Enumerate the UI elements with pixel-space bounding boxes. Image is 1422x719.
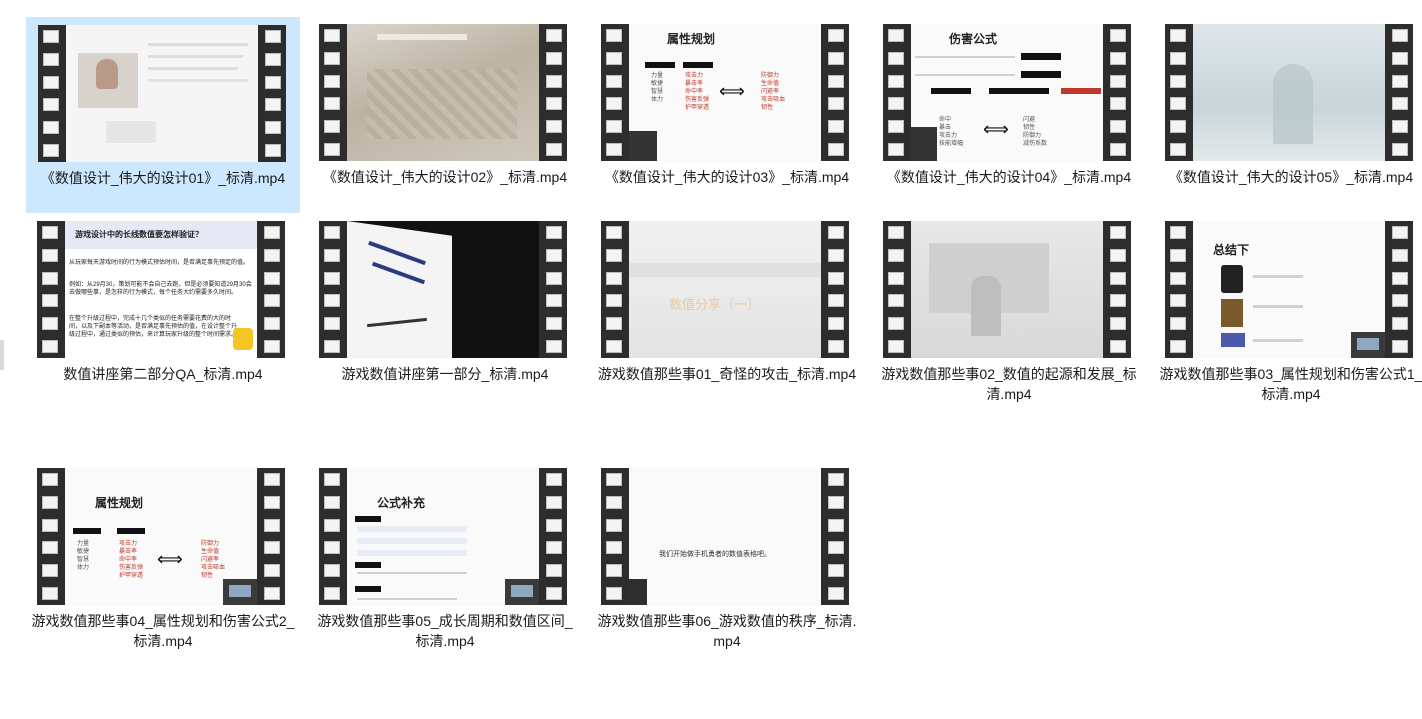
video-thumbnail: 数值分享（一） — [601, 221, 849, 358]
video-thumbnail — [38, 25, 286, 162]
video-thumbnail — [883, 221, 1131, 358]
video-thumbnail: 我们开始做手机勇者的数值表格吧。 — [601, 468, 849, 605]
file-item[interactable]: 属性规划 力量 敏捷 智慧 体力 攻击力 暴击率 命中率 伤害反弹 护甲穿透 ⟺ 防御力 生命值… — [590, 17, 864, 213]
file-name: 《数值设计_伟大的设计03》_标清.mp4 — [604, 169, 850, 185]
file-item[interactable]: 数值分享（一） 游戏数值那些事01_奇怪的攻击_标清.mp4 — [590, 214, 864, 410]
file-item[interactable]: 《数值设计_伟大的设计01》_标清.mp4 — [26, 17, 300, 213]
file-item[interactable]: 我们开始做手机勇者的数值表格吧。 游戏数值那些事06_游戏数值的秩序_标清.mp… — [590, 461, 864, 657]
slide-title: 公式补充 — [377, 496, 426, 510]
file-name: 游戏数值那些事03_属性规划和伤害公式1_标清.mp4 — [1159, 366, 1422, 402]
video-thumbnail — [319, 221, 567, 358]
file-name: 《数值设计_伟大的设计01》_标清.mp4 — [40, 170, 286, 186]
file-item[interactable]: 游戏数值讲座第一部分_标清.mp4 — [308, 214, 582, 410]
slide-title: 属性规划 — [667, 32, 716, 46]
slide-title: 游戏设计中的长线数值要怎样验证？ — [75, 230, 203, 239]
file-item[interactable]: 游戏设计中的长线数值要怎样验证？ 从玩家每天游戏时间的行为模式预估时间，是否满足… — [26, 214, 300, 410]
slide-title: 伤害公式 — [949, 32, 998, 46]
slide-title: 总结下 — [1213, 243, 1250, 257]
slide-text: 在整个升级过程中，完成十几个类似的任务需要花费的大的时间，以及下副本等活动，是否… — [69, 316, 238, 338]
file-item[interactable]: 游戏数值那些事02_数值的起源和发展_标清.mp4 — [872, 214, 1146, 410]
file-name: 《数值设计_伟大的设计05》_标清.mp4 — [1168, 169, 1414, 185]
file-name: 游戏数值那些事04_属性规划和伤害公式2_标清.mp4 — [31, 613, 295, 649]
file-name: 游戏数值那些事01_奇怪的攻击_标清.mp4 — [597, 366, 857, 382]
slide-text: 从玩家每天游戏时间的行为模式预估时间，是否满足事先预定的值。 — [69, 260, 250, 266]
video-thumbnail: 属性规划 力量 敏捷 智慧 体力 攻击力 暴击率 命中率 伤害反弹 护甲穿透 ⟺ 防御力 生命值… — [601, 24, 849, 161]
slide-title: 数值分享（一） — [669, 297, 761, 312]
video-thumbnail: 公式补充 — [319, 468, 567, 605]
file-name: 游戏数值那些事02_数值的起源和发展_标清.mp4 — [881, 366, 1137, 402]
file-item[interactable]: 属性规划 力量 敏捷 智慧 体力 攻击力 暴击率 命中率 伤害反弹 护甲穿透 ⟺ 防御力 生命值… — [26, 461, 300, 657]
file-name: 游戏数值讲座第一部分_标清.mp4 — [341, 366, 549, 382]
slide-text: 我们开始做手机勇者的数值表格吧。 — [659, 551, 771, 558]
file-item[interactable]: 《数值设计_伟大的设计05》_标清.mp4 — [1154, 17, 1422, 213]
video-thumbnail — [319, 24, 567, 161]
file-name: 数值讲座第二部分QA_标清.mp4 — [63, 366, 263, 382]
video-thumbnail: 总结下 — [1165, 221, 1413, 358]
video-thumbnail: 伤害公式 命中 暴击 攻击力 技能增幅 ⟺ 闪避 韧性 防御力 减伤系数 — [883, 24, 1131, 161]
slide-title: 属性规划 — [95, 496, 144, 510]
file-item[interactable]: 总结下 游戏数值那些事03_属性规划和伤害公式1_标清.mp4 — [1154, 214, 1422, 410]
file-item[interactable]: 公式补充 游戏数值那些事05_成长周期和数值区间_标清.mp4 — [308, 461, 582, 657]
video-thumbnail — [1165, 24, 1413, 161]
file-grid: 《数值设计_伟大的设计01》_标清.mp4 《数值设计_伟大的设计02》_标清.… — [0, 0, 1422, 719]
file-name: 游戏数值那些事06_游戏数值的秩序_标清.mp4 — [597, 613, 857, 649]
file-item[interactable]: 伤害公式 命中 暴击 攻击力 技能增幅 ⟺ 闪避 韧性 防御力 减伤系数 《数值设计_伟大的… — [872, 17, 1146, 213]
video-thumbnail: 游戏设计中的长线数值要怎样验证？ 从玩家每天游戏时间的行为模式预估时间，是否满足… — [37, 221, 285, 358]
file-name: 《数值设计_伟大的设计04》_标清.mp4 — [886, 169, 1132, 185]
file-name: 《数值设计_伟大的设计02》_标清.mp4 — [322, 169, 568, 185]
video-thumbnail: 属性规划 力量 敏捷 智慧 体力 攻击力 暴击率 命中率 伤害反弹 护甲穿透 ⟺ 防御力 生命值… — [37, 468, 285, 605]
file-name: 游戏数值那些事05_成长周期和数值区间_标清.mp4 — [317, 613, 573, 649]
slide-text: 例如：从29月30，策划可能不会自己去跑，但是必须要知道29月30会去做哪些事，… — [69, 282, 252, 296]
file-item[interactable]: 《数值设计_伟大的设计02》_标清.mp4 — [308, 17, 582, 213]
